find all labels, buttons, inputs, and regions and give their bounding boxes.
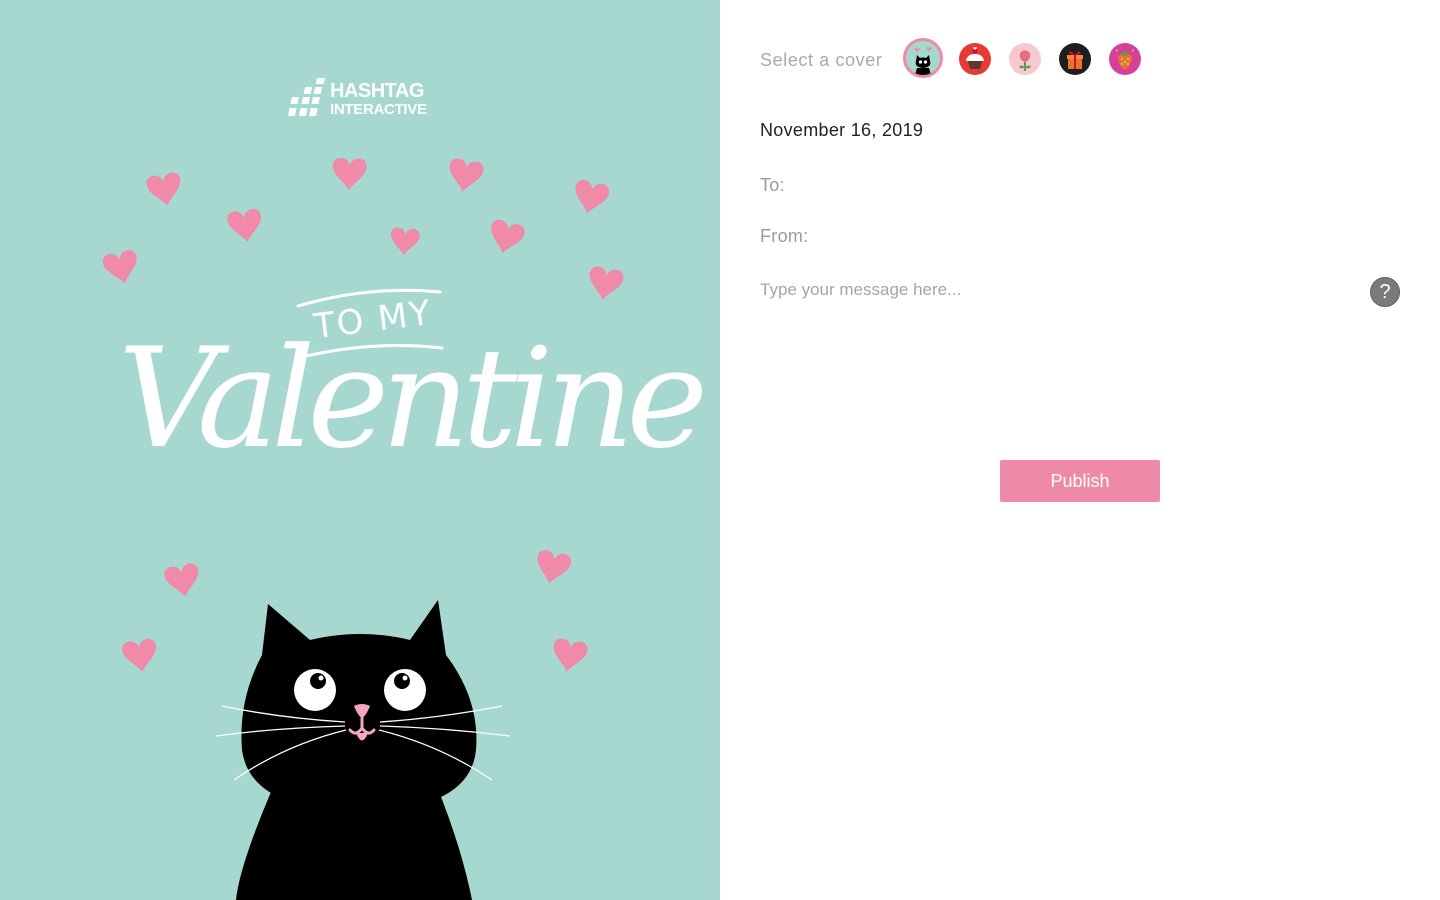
- card-date: November 16, 2019: [760, 120, 924, 140]
- cupcake-icon: [966, 47, 984, 69]
- cover-option-gift[interactable]: [1059, 43, 1091, 75]
- cover-option-strawberry[interactable]: [1109, 43, 1141, 75]
- black-cat-illustration: [215, 600, 511, 900]
- rose-icon: [1019, 50, 1031, 71]
- from-input[interactable]: [818, 225, 1362, 251]
- publish-button[interactable]: Publish: [1000, 460, 1160, 502]
- to-input[interactable]: [795, 174, 1359, 200]
- cat-icon: [914, 47, 932, 75]
- to-label: To:: [760, 175, 785, 195]
- cover-option-cat[interactable]: [903, 38, 943, 78]
- strawberry-icon: [1115, 49, 1135, 70]
- gift-icon: [1067, 51, 1083, 69]
- cover-option-cupcake[interactable]: [959, 43, 991, 75]
- select-cover-label: Select a cover: [760, 50, 883, 70]
- card-cover: HASHTAG INTERACTIVE TO MY Valentine: [0, 0, 720, 900]
- from-label: From:: [760, 226, 809, 246]
- cover-option-rose[interactable]: [1009, 43, 1041, 75]
- message-input[interactable]: [760, 280, 1360, 430]
- help-icon[interactable]: ?: [1370, 277, 1400, 307]
